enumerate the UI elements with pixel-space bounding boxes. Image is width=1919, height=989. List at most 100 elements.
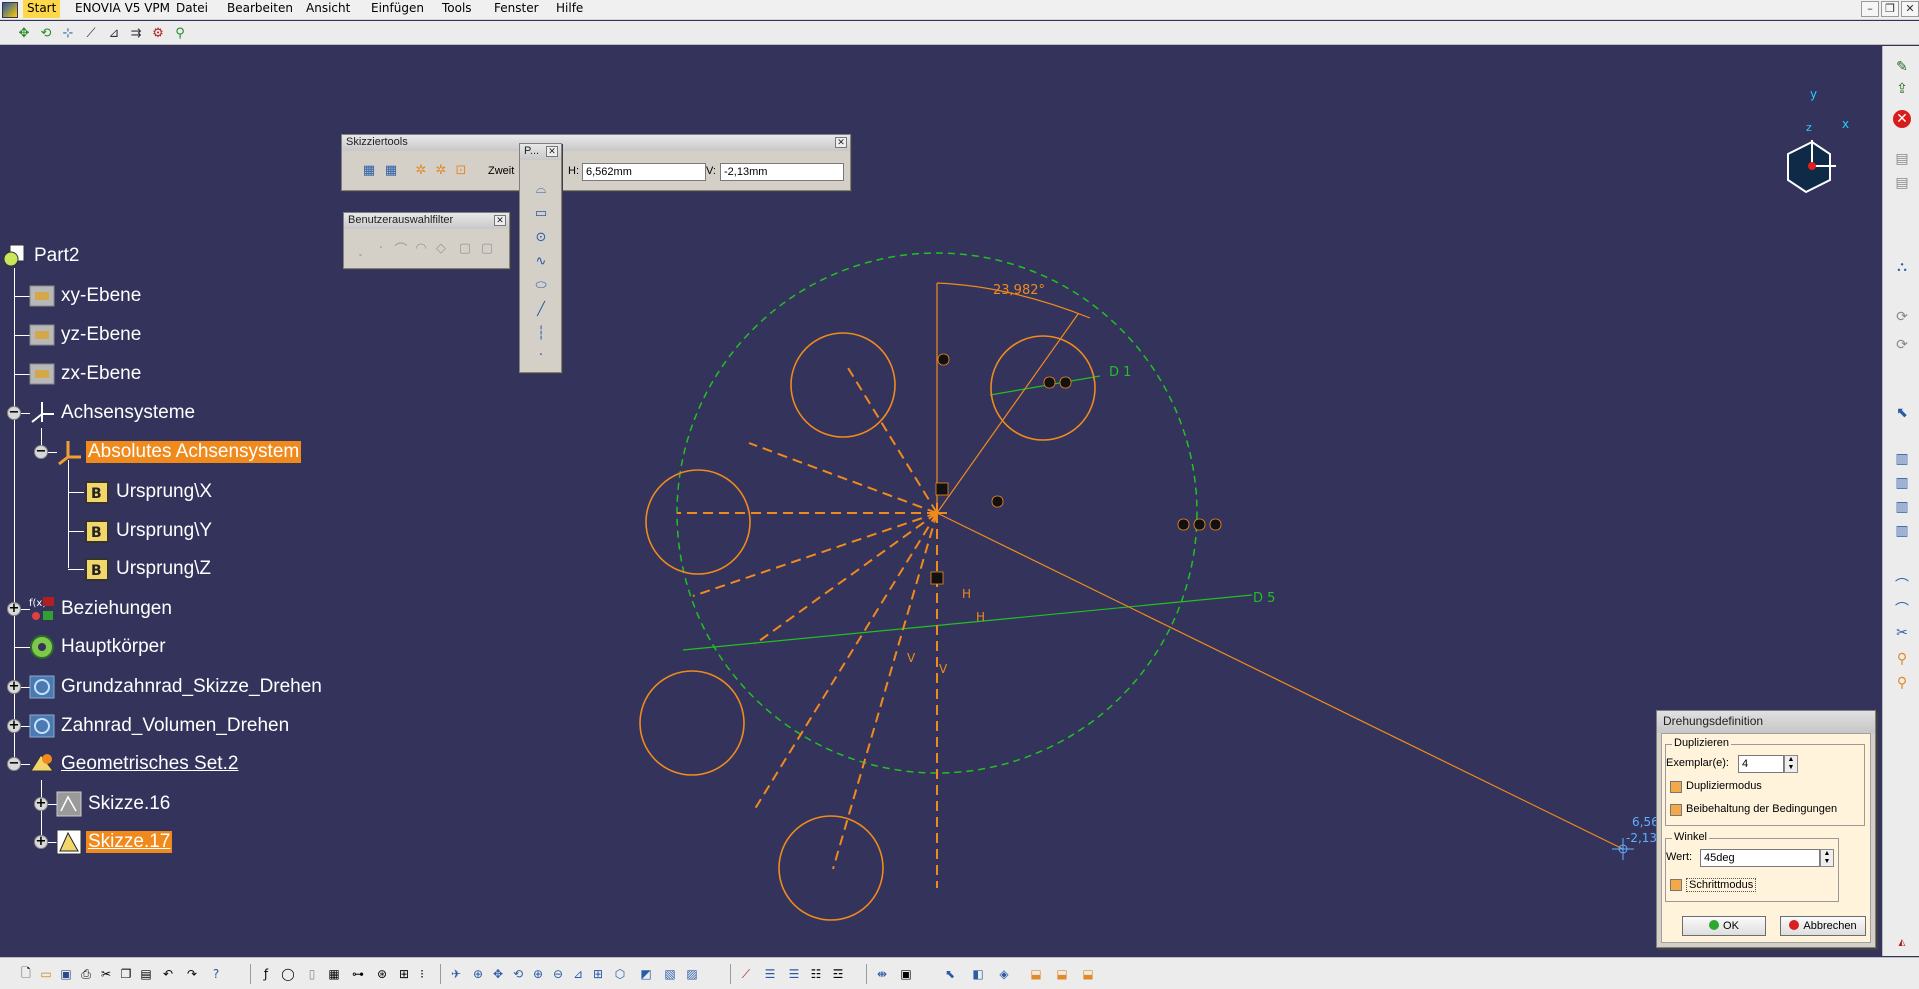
more-icon[interactable]: ⁝ [414, 966, 430, 982]
exemplare-input[interactable]: 4 [1738, 755, 1784, 773]
drehungsdefinition-dialog[interactable]: Drehungsdefinition Duplizieren Exemplar(… [1656, 710, 1876, 948]
help-icon[interactable]: ? [208, 966, 224, 982]
paste-icon[interactable]: ▤ [138, 966, 154, 982]
spline-icon[interactable]: ∿ [532, 252, 550, 270]
project-icon[interactable]: ⚲ [1893, 674, 1911, 692]
tree-icon[interactable]: ⊶ [350, 966, 366, 982]
visualization-icon[interactable]: ☷ [808, 966, 824, 982]
close-button[interactable]: ✕ [1901, 1, 1919, 17]
tree-node-geometrisches-set[interactable]: Geometrisches Set.2 [29, 750, 240, 778]
fit-all-icon[interactable]: ⊕ [470, 966, 486, 982]
tree-node-ursprung-x[interactable]: B Ursprung\X [84, 478, 214, 506]
catia-app-icon[interactable] [2, 2, 18, 18]
analysis-icon[interactable]: ⚙ [150, 25, 166, 41]
undo-icon[interactable]: ↶ [160, 966, 176, 982]
expander-skizze-16[interactable]: + [34, 797, 48, 811]
workbench-icon[interactable]: ⬓ [1080, 966, 1096, 982]
close-icon[interactable]: ✕ [546, 146, 558, 157]
menu-hilfe[interactable]: Hilfe [556, 0, 583, 18]
menu-fenster[interactable]: Fenster [494, 0, 539, 18]
transform-icon[interactable]: ⟳ [1893, 308, 1911, 326]
stepper-down-icon[interactable]: ▼ [1785, 764, 1797, 772]
menu-datei[interactable]: Datei [176, 0, 208, 18]
view-mode-icon[interactable]: ◧ [970, 966, 986, 982]
redo-icon[interactable]: ↷ [184, 966, 200, 982]
circle-icon[interactable]: ⊙ [532, 228, 550, 246]
close-icon[interactable]: ✕ [494, 215, 506, 226]
3d-viewport[interactable]: 23,982° D 1 D 5 H H V V 6,56 -2,13 x y z [0, 46, 1880, 956]
cut-by-plane-icon[interactable]: ☰ [786, 966, 802, 982]
trim-icon[interactable]: ✂ [1893, 624, 1911, 642]
tree-node-zahnrad-volumen[interactable]: Zahnrad_Volumen_Drehen [29, 712, 291, 740]
h-coordinate-field[interactable]: 6,562mm [582, 163, 706, 181]
tooth-circle-2[interactable] [990, 335, 1096, 441]
abbrechen-button[interactable]: Abbrechen [1780, 916, 1866, 936]
snap-to-point-icon[interactable]: ▦ [382, 161, 400, 179]
angle-dimension-label[interactable]: 23,982° [993, 283, 1045, 298]
corner-icon[interactable]: ⌒ [1893, 576, 1911, 594]
snap-icon[interactable]: ⊹ [60, 25, 76, 41]
move-icon[interactable]: ✥ [16, 25, 32, 41]
normal-view-icon[interactable]: ⊿ [570, 966, 586, 982]
expander-absolutes-achsensystem[interactable]: − [34, 445, 48, 459]
constraint-symbol[interactable] [937, 353, 950, 366]
render-icon[interactable]: ☲ [830, 966, 846, 982]
table-icon[interactable]: ▦ [326, 966, 342, 982]
tree-node-part2[interactable]: Part2 [2, 242, 81, 270]
constraint-symbol[interactable] [1193, 518, 1206, 531]
expander-skizze-17[interactable]: + [34, 835, 48, 849]
select-mode-icon[interactable]: ⬉ [942, 966, 958, 982]
layout-icon[interactable]: ▥ [1893, 450, 1911, 468]
point-filter-icon[interactable]: ⸼ [352, 239, 370, 257]
layer-icon[interactable]: ◈ [996, 966, 1012, 982]
cursor-line[interactable] [936, 512, 1624, 850]
select-icon[interactable]: ⬉ [1893, 404, 1911, 422]
menu-bearbeiten[interactable]: Bearbeiten [227, 0, 293, 18]
analysis-icon[interactable]: ⊞ [396, 966, 412, 982]
wert-stepper[interactable]: ▲ ▼ [1820, 849, 1834, 867]
tree-node-ursprung-y[interactable]: B Ursprung\Y [84, 517, 214, 545]
attach-icon[interactable]: ⚲ [172, 25, 188, 41]
comment-icon[interactable]: ◯ [280, 966, 296, 982]
open-icon[interactable]: ▭ [38, 966, 54, 982]
stepper-up-icon[interactable]: ▲ [1785, 756, 1797, 764]
line-icon[interactable]: ╱ [532, 300, 550, 318]
schrittmodus-checkbox[interactable] [1670, 879, 1682, 891]
tree-node-beziehungen[interactable]: f(x) Beziehungen [29, 595, 174, 623]
tree-node-hauptkoerper[interactable]: Hauptkörper [29, 633, 168, 661]
workbench-icon[interactable]: ⬓ [1054, 966, 1070, 982]
v-coordinate-field[interactable]: -2,13mm [720, 163, 844, 181]
tool-filter-icon[interactable]: ▢ [478, 239, 496, 257]
tree-node-achsensysteme[interactable]: Achsensysteme [29, 399, 197, 427]
menu-start[interactable]: Start [23, 0, 61, 18]
sketch-analysis-icon[interactable]: ⟋ [738, 966, 754, 982]
ortho-icon[interactable]: ▣ [898, 966, 914, 982]
point-icon[interactable]: · [532, 346, 550, 364]
pan-icon[interactable]: ✥ [490, 966, 506, 982]
exemplare-stepper[interactable]: ▲ ▼ [1784, 755, 1798, 773]
angle-reference-line[interactable] [936, 313, 1079, 514]
menu-ansicht[interactable]: Ansicht [306, 0, 350, 18]
benutzerauswahlfilter-palette[interactable]: Benutzerauswahlfilter ✕ ⸼ · ⌒ ◠ ◇ ▢ ▢ [343, 212, 510, 269]
close-icon[interactable]: ✕ [835, 137, 847, 148]
skizziertools-palette[interactable]: Skizziertools ✕ ▦ ▦ ✲ ✲ ⊡ Zweit H: 6,562… [341, 134, 851, 191]
exit-workbench-icon[interactable]: ⇪ [1893, 80, 1911, 98]
quick-select-icon[interactable]: ▢ [456, 239, 474, 257]
tooth-circle-5[interactable] [778, 815, 884, 921]
save-icon[interactable]: ▣ [58, 966, 74, 982]
tooth-circle-4[interactable] [639, 670, 745, 776]
tooth-circle-3[interactable] [645, 469, 751, 575]
ellipse-icon[interactable]: ⬭ [532, 276, 550, 294]
cut-icon[interactable]: ✂ [98, 966, 114, 982]
constraint-symbol[interactable] [1177, 518, 1190, 531]
swap-space-icon[interactable]: ▨ [684, 966, 700, 982]
axis-line-icon[interactable]: ┆ [532, 324, 550, 342]
construction-line-d5[interactable] [682, 594, 1253, 651]
center-point[interactable] [927, 503, 947, 523]
print-icon[interactable]: ⎙ [78, 966, 94, 982]
surface-filter-icon[interactable]: ⌒ [392, 239, 410, 258]
stepper-down-icon[interactable]: ▼ [1821, 858, 1833, 866]
multi-view-icon[interactable]: ⊞ [590, 966, 606, 982]
constraint-symbol[interactable] [1043, 376, 1056, 389]
formula-icon[interactable]: ƒ [258, 966, 274, 982]
